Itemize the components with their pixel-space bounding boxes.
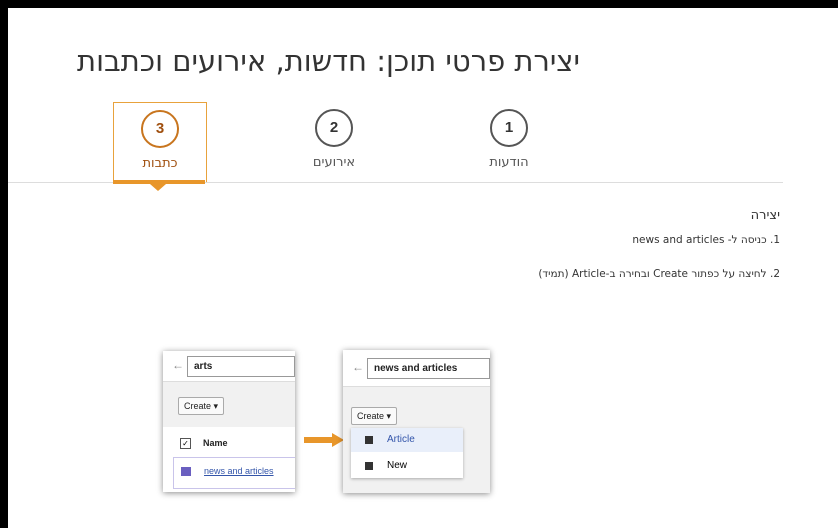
menu-item-new[interactable]: New [351,454,463,478]
create-button[interactable]: Create ▾ [178,397,225,415]
step-number: 3 [141,110,179,148]
step-number: 2 [315,109,353,147]
step-label: כתבות [142,156,178,171]
step-label: אירועים [312,155,356,170]
screenshot-search-results: ← arts Create ▾ ✓ Name news and articles [163,351,295,492]
page-frame: יצירת פרטי תוכן: חדשות, אירועים וכתבות 1… [8,8,838,528]
create-button[interactable]: Create ▾ [351,407,398,425]
screenshot-create-menu: ← news and articles Create ▾ Article New [343,350,490,493]
page-title: יצירת פרטי תוכן: חדשות, אירועים וכתבות [77,44,580,78]
search-input[interactable]: arts [187,356,295,377]
result-row[interactable]: news and articles [173,457,295,489]
arrow-right-icon [304,433,344,447]
search-input[interactable]: news and articles [367,358,490,379]
back-arrow-icon: ← [352,360,364,374]
instruction-1: 1. כניסה ל- news and articles [632,234,780,246]
article-icon [365,436,373,444]
toolbar-area: Create ▾ [163,382,295,427]
toolbar-area: Create ▾ Article New [343,387,490,493]
section-heading: יצירה [750,208,780,223]
create-dropdown-menu: Article New [351,428,463,478]
menu-item-article[interactable]: Article [351,428,463,452]
name-column-header: Name [203,438,228,448]
back-arrow-icon: ← [172,358,184,372]
step-label: הודעות [489,155,529,170]
step-1[interactable]: 1 הודעות [463,102,555,182]
active-step-pointer [150,184,166,191]
select-all-checkbox[interactable]: ✓ [180,438,191,449]
step-2[interactable]: 2 אירועים [288,102,380,182]
step-3-active[interactable]: 3 כתבות [113,102,207,183]
step-number: 1 [490,109,528,147]
result-link[interactable]: news and articles [204,466,274,476]
new-icon [365,462,373,470]
instruction-2: 2. לחיצה על כפתור Create ובחירה ב-Articl… [538,268,780,280]
list-icon [181,467,191,476]
